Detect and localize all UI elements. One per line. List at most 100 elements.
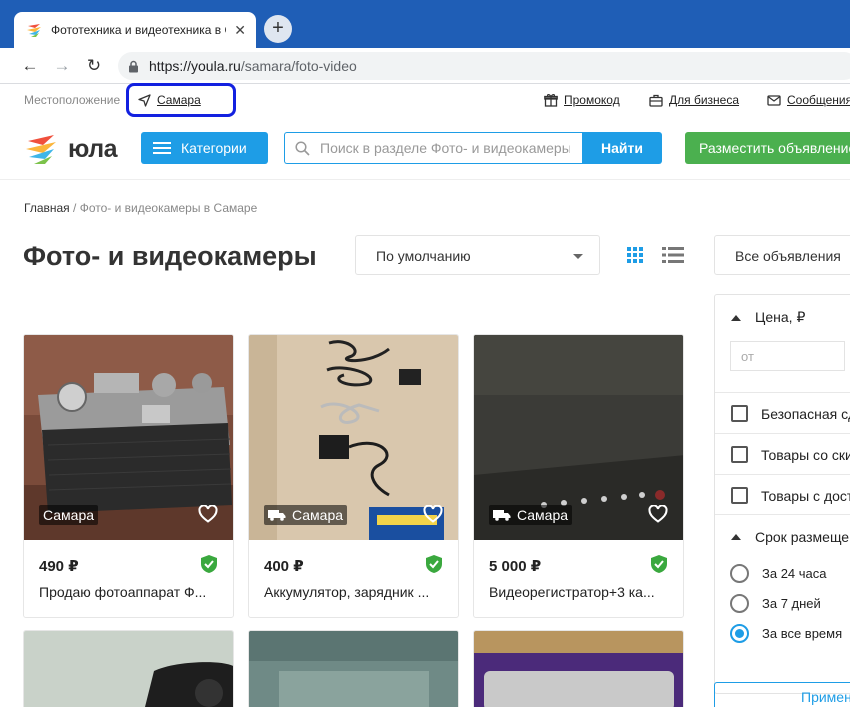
business-label: Для бизнеса <box>669 93 740 107</box>
grid-view-icon[interactable] <box>627 247 643 263</box>
product-price: 490 ₽ <box>39 558 79 575</box>
product-card[interactable]: Самара 490 ₽ Продаю фотоаппарат Ф... <box>23 334 234 618</box>
city-badge: Самара <box>489 505 573 525</box>
product-photo <box>249 631 458 707</box>
divider <box>715 433 850 434</box>
product-card[interactable] <box>473 630 684 707</box>
envelope-icon <box>767 94 781 106</box>
product-price: 400 ₽ <box>264 558 304 575</box>
menu-icon <box>153 139 171 157</box>
forward-arrow-icon[interactable]: → <box>50 54 74 78</box>
apply-filters-button[interactable]: Применить <box>714 682 850 707</box>
radio-circle-selected[interactable] <box>730 624 749 643</box>
heart-icon[interactable] <box>423 505 443 523</box>
sort-value: По умолчанию <box>376 248 471 264</box>
search-input[interactable] <box>320 140 570 156</box>
heart-icon[interactable] <box>198 505 218 523</box>
search-box <box>284 132 582 164</box>
delivery-truck-icon <box>268 510 286 521</box>
url-text: https://youla.ru/samara/foto-video <box>149 58 357 74</box>
sort-select[interactable]: По умолчанию <box>355 235 600 275</box>
annotation-highlight <box>126 83 236 117</box>
price-heading-label: Цена, ₽ <box>755 309 806 325</box>
product-photo <box>24 631 233 707</box>
delivery-truck-icon <box>493 510 511 521</box>
divider <box>715 514 850 515</box>
browser-tab[interactable]: Фототехника и видеотехника в Самаре ✕ <box>14 12 256 48</box>
checkbox-label: Товары со скидкой <box>761 446 850 463</box>
chevron-down-icon <box>573 254 583 259</box>
verified-shield-icon <box>426 555 442 573</box>
tab-close-icon[interactable]: ✕ <box>234 22 246 39</box>
categories-label: Категории <box>181 140 247 156</box>
city-badge-text: Самара <box>517 507 569 523</box>
radio-circle[interactable] <box>730 594 749 613</box>
filters-panel: Цена, ₽ Безопасная сделка Товары со скид… <box>714 294 850 694</box>
radio-label: За все время <box>762 626 843 641</box>
breadcrumb-separator: / <box>69 201 80 215</box>
product-card[interactable] <box>248 630 459 707</box>
youla-logo-icon <box>26 135 56 164</box>
verified-shield-icon <box>651 555 667 573</box>
radio-7d[interactable]: За 7 дней <box>730 594 821 613</box>
checkbox-discount[interactable]: Товары со скидкой <box>731 446 850 463</box>
city-badge: Самара <box>39 505 99 525</box>
list-view-icon[interactable] <box>662 247 684 263</box>
radio-all-time[interactable]: За все время <box>730 624 842 643</box>
checkbox-delivery[interactable]: Товары с доставкой <box>731 487 850 504</box>
business-link[interactable]: Для бизнеса <box>649 93 739 107</box>
divider <box>715 392 850 393</box>
find-button[interactable]: Найти <box>582 132 662 164</box>
address-bar[interactable]: https://youla.ru/samara/foto-video <box>118 52 850 80</box>
logo-text: юла <box>68 134 118 163</box>
url-host: https://youla.ru <box>149 58 241 74</box>
browser-tab-strip: Фототехника и видеотехника в Самаре ✕ + <box>0 0 850 48</box>
back-arrow-icon[interactable]: ← <box>18 54 42 78</box>
messages-link[interactable]: Сообщения <box>767 93 850 107</box>
tab-title: Фототехника и видеотехника в Самаре <box>51 23 226 37</box>
promo-link[interactable]: Промокод <box>544 93 620 107</box>
product-price: 5 000 ₽ <box>489 558 542 575</box>
browser-toolbar: ← → ↻ https://youla.ru/samara/foto-video <box>0 48 850 84</box>
product-card[interactable]: Самара 5 000 ₽ Видеорегистратор+3 ка... <box>473 334 684 618</box>
checkbox-box[interactable] <box>731 405 748 422</box>
checkbox-safe-deal[interactable]: Безопасная сделка <box>731 405 850 422</box>
city-badge-text: Самара <box>43 507 95 523</box>
price-from-input[interactable] <box>730 341 845 371</box>
price-filter-heading[interactable]: Цена, ₽ <box>731 309 805 326</box>
site-header: юла Категории Найти Разместить объявлени… <box>0 118 850 180</box>
product-card[interactable]: Самара 400 ₽ Аккумулятор, зарядник ... <box>248 334 459 618</box>
collapse-triangle-icon <box>731 534 741 540</box>
product-photo <box>474 631 683 707</box>
product-title: Видеорегистратор+3 ка... <box>489 584 655 600</box>
product-title: Аккумулятор, зарядник ... <box>264 584 430 600</box>
post-ad-button[interactable]: Разместить объявление <box>685 132 850 164</box>
city-badge: Самара <box>264 505 348 525</box>
search-icon <box>295 140 310 156</box>
page-title: Фото- и видеокамеры <box>23 241 317 271</box>
ads-type-select[interactable]: Все объявления <box>714 235 850 275</box>
reload-icon[interactable]: ↻ <box>82 54 106 78</box>
radio-label: За 7 дней <box>762 596 821 611</box>
checkbox-box[interactable] <box>731 446 748 463</box>
period-filter-heading[interactable]: Срок размещения <box>731 529 850 545</box>
breadcrumb-home[interactable]: Главная <box>24 201 70 215</box>
checkbox-box[interactable] <box>731 487 748 504</box>
city-badge-text: Самара <box>292 507 344 523</box>
categories-button[interactable]: Категории <box>141 132 268 164</box>
location-label: Местоположение <box>24 93 121 107</box>
collapse-triangle-icon <box>731 314 741 321</box>
radio-24h[interactable]: За 24 часа <box>730 564 827 583</box>
radio-label: За 24 часа <box>762 566 827 581</box>
product-card[interactable] <box>23 630 234 707</box>
period-heading-label: Срок размещения <box>755 529 850 545</box>
checkbox-label: Товары с доставкой <box>761 487 850 504</box>
briefcase-icon <box>649 94 663 107</box>
radio-circle[interactable] <box>730 564 749 583</box>
new-tab-icon[interactable]: + <box>264 15 292 43</box>
gift-icon <box>544 94 558 107</box>
heart-icon[interactable] <box>648 505 668 523</box>
verified-shield-icon <box>201 555 217 573</box>
divider <box>715 474 850 475</box>
youla-logo[interactable]: юла <box>24 132 118 166</box>
